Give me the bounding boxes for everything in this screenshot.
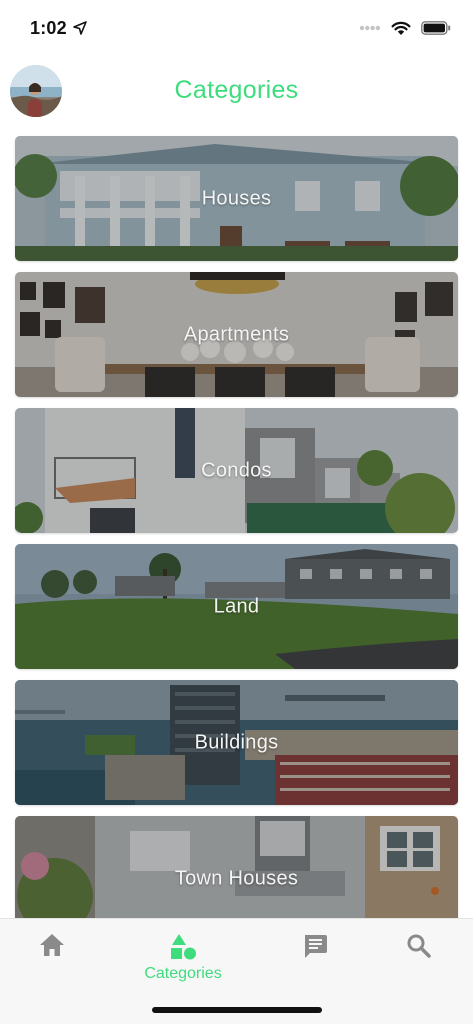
page-title: Categories — [174, 76, 299, 104]
tab-home[interactable] — [7, 933, 97, 993]
search-icon — [407, 934, 431, 958]
category-card-condos[interactable]: Condos — [15, 408, 458, 533]
category-card-land[interactable]: Land — [15, 544, 458, 669]
category-label: Houses — [201, 187, 272, 209]
header: Categories — [0, 62, 473, 120]
category-label: Apartments — [183, 323, 290, 345]
signal-dots-icon — [359, 25, 381, 31]
home-indicator — [152, 1007, 322, 1013]
category-list: Houses Apartments Condos Land Buildings … — [15, 136, 458, 952]
tab-categories[interactable]: Categories — [138, 933, 228, 993]
tab-categories-label: Categories — [144, 965, 222, 982]
chat-icon — [305, 935, 327, 958]
home-icon — [40, 934, 64, 956]
status-bar: 1:02 — [0, 0, 473, 56]
battery-icon — [421, 21, 451, 35]
category-label: Condos — [201, 459, 272, 481]
category-card-apartments[interactable]: Apartments — [15, 272, 458, 397]
wifi-icon — [391, 21, 411, 35]
status-left: 1:02 — [30, 18, 87, 39]
tab-messages[interactable] — [270, 933, 360, 993]
category-card-houses[interactable]: Houses — [15, 136, 458, 261]
tab-search[interactable] — [374, 933, 464, 993]
category-label: Land — [213, 595, 260, 617]
category-label: Town Houses — [174, 867, 299, 889]
status-time: 1:02 — [30, 17, 67, 38]
shapes-icon — [171, 934, 196, 960]
location-arrow-icon — [73, 21, 87, 35]
category-label: Buildings — [194, 731, 279, 753]
category-card-buildings[interactable]: Buildings — [15, 680, 458, 805]
status-right — [359, 21, 451, 36]
